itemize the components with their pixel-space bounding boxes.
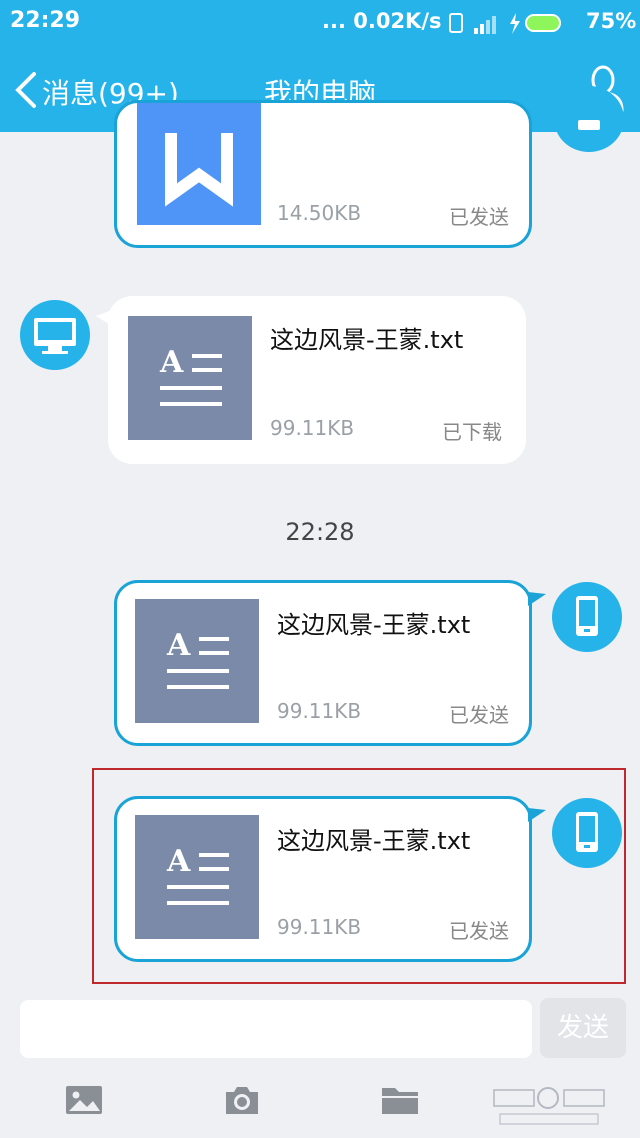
file-status: 已发送 [449,919,509,943]
status-icons [449,13,561,34]
camera-icon[interactable] [222,1080,262,1120]
message-bubble[interactable]: A 这边风景-王蒙.txt 99.11KB 已下载 [108,296,526,464]
phone-avatar-icon [552,798,622,868]
image-icon[interactable] [64,1080,104,1120]
file-name: 这边风景-王蒙.txt [277,611,471,639]
file-name: 这边风景-王蒙.txt [277,827,471,855]
network-speed: ... 0.02K/s [322,9,442,33]
file-size: 99.11KB [270,416,355,440]
svg-text:A: A [166,628,191,663]
send-button[interactable]: 发送 [540,998,626,1058]
txt-file-icon: A [128,316,252,440]
bubble-tail [528,808,546,822]
status-time: 22:29 [10,8,81,33]
message-bubble[interactable]: 14.50KB 已发送 [114,100,532,248]
message-input[interactable] [20,1000,532,1058]
status-bar: 22:29 ... 0.02K/s 75% [0,0,640,46]
message-bubble[interactable]: A 这边风景-王蒙.txt 99.11KB 已发送 [114,796,532,962]
svg-text:A: A [166,844,191,879]
file-size: 99.11KB [277,915,362,939]
txt-file-icon: A [135,815,259,939]
phone-avatar-icon [552,582,622,652]
txt-file-icon: A [135,599,259,723]
computer-avatar-icon [20,300,90,370]
file-size: 14.50KB [277,201,362,225]
file-status: 已发送 [449,703,509,727]
file-status: 已发送 [449,205,509,229]
file-size: 99.11KB [277,699,362,723]
bubble-tail [528,592,546,606]
file-status: 已下载 [442,420,502,444]
watermark-logo [493,1087,605,1125]
folder-icon[interactable] [380,1080,420,1120]
battery-level: 75% [586,9,637,33]
file-name: 这边风景-王蒙.txt [270,326,464,354]
svg-text:A: A [159,345,184,380]
phone-avatar-icon [554,86,624,152]
message-bubble[interactable]: A 这边风景-王蒙.txt 99.11KB 已发送 [114,580,532,746]
message-timestamp: 22:28 [285,518,355,546]
word-file-icon [137,103,261,225]
